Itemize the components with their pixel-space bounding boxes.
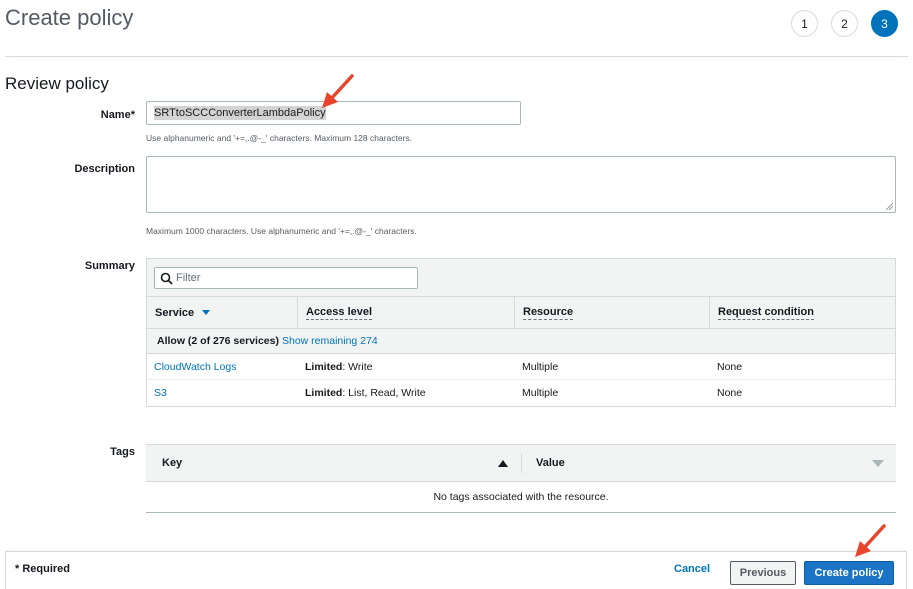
create-policy-button[interactable]: Create policy (804, 561, 894, 585)
step-3-active: 3 (871, 10, 898, 37)
column-value[interactable]: Value (522, 445, 896, 481)
header-divider (5, 56, 908, 57)
step-1: 1 (791, 10, 818, 37)
sort-ascending-icon (498, 459, 508, 467)
column-service[interactable]: Service (147, 297, 298, 328)
resource-cell: Multiple (522, 360, 559, 373)
description-hint: Maximum 1000 characters. Use alphanumeri… (146, 226, 417, 236)
show-remaining-link[interactable]: Show remaining 274 (282, 335, 378, 347)
cancel-button[interactable]: Cancel (674, 563, 710, 575)
tags-table: Key Value No tags associated with the re… (146, 444, 896, 513)
summary-label: Summary (84, 260, 135, 272)
column-request-condition[interactable]: Request condition (710, 297, 895, 328)
column-request-condition-label: Request condition (718, 305, 814, 320)
footer-bar: * Required Cancel Previous Create policy (5, 551, 907, 589)
tags-table-header: Key Value (146, 444, 896, 482)
column-service-label: Service (155, 306, 195, 319)
access-level-cell: Limited: Write (305, 360, 373, 373)
column-resource-label: Resource (523, 305, 574, 320)
sort-descending-icon (872, 459, 884, 467)
column-resource[interactable]: Resource (515, 297, 710, 328)
column-key[interactable]: Key (146, 453, 522, 473)
allow-group-row: Allow (2 of 276 services) Show remaining… (147, 329, 895, 354)
summary-table-header: Service Access level Resource Request co… (147, 297, 895, 329)
sort-caret-down-icon (202, 310, 211, 315)
page-title: Create policy (5, 5, 134, 30)
condition-cell: None (717, 360, 743, 373)
tags-empty-message: No tags associated with the resource. (433, 491, 609, 503)
name-hint: Use alphanumeric and '+=,.@-_' character… (146, 133, 413, 143)
name-label: Name* (100, 109, 135, 121)
wizard-steps: 1 2 3 (791, 10, 898, 37)
summary-table: Filter Service Access level Resource Req… (146, 258, 896, 407)
allow-group-title: Allow (2 of 276 services) (157, 335, 279, 347)
required-note: * Required (15, 563, 71, 575)
service-link-s3[interactable]: S3 (154, 387, 167, 399)
description-textarea[interactable] (146, 156, 896, 213)
filter-placeholder: Filter (176, 272, 201, 284)
table-row: S3 Limited: List, Read, Write Multiple N… (147, 380, 895, 406)
column-key-label: Key (162, 457, 183, 469)
resource-cell: Multiple (522, 387, 559, 399)
column-access-level[interactable]: Access level (298, 297, 515, 328)
step-2: 2 (831, 10, 858, 37)
condition-cell: None (717, 387, 743, 399)
search-icon (160, 272, 173, 285)
table-row: CloudWatch Logs Limited: Write Multiple … (147, 354, 895, 380)
name-input-value: SRTtoSCCConverterLambdaPolicy (154, 106, 326, 120)
column-access-level-label: Access level (306, 305, 373, 320)
filter-input[interactable]: Filter (154, 267, 418, 289)
resize-handle-icon[interactable] (885, 202, 893, 210)
access-level-cell: Limited: List, Read, Write (305, 387, 426, 399)
column-value-label: Value (536, 457, 565, 469)
previous-button[interactable]: Previous (730, 561, 796, 585)
name-input[interactable]: SRTtoSCCConverterLambdaPolicy (146, 101, 521, 125)
summary-toolbar: Filter (147, 259, 895, 297)
service-link-cloudwatch-logs[interactable]: CloudWatch Logs (154, 361, 237, 373)
description-label: Description (74, 163, 135, 175)
tags-label: Tags (110, 446, 135, 458)
section-title: Review policy (5, 74, 109, 93)
